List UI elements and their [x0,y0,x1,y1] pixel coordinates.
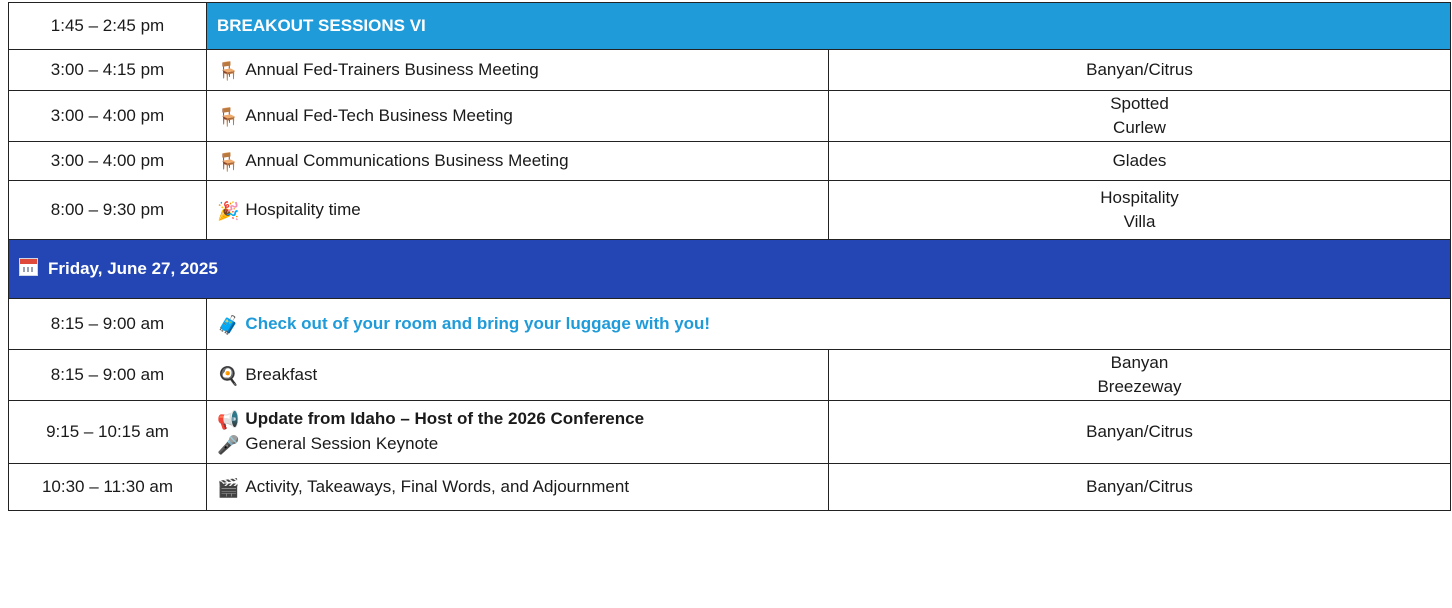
clapper-board-icon: 🎬 [217,477,240,498]
table-row: 8:15 – 9:00 am 🧳 Check out of your room a… [8,298,1451,350]
time-cell: 10:30 – 11:30 am [8,463,207,511]
event-line: 🎤 General Session Keynote [217,432,818,457]
breakout-banner: BREAKOUT SESSIONS VI [206,2,1451,50]
event-cell: 🪑 Annual Fed-Trainers Business Meeting [206,49,829,91]
table-row: 8:00 – 9:30 pm 🎉 Hospitality time Hospita… [8,180,1451,240]
event-title: Activity, Takeaways, Final Words, and Ad… [245,476,630,496]
time-cell: 3:00 – 4:00 pm [8,90,207,142]
room-cell: Banyan/Citrus [828,49,1451,91]
chair-icon: 🪑 [217,106,240,127]
table-row: 3:00 – 4:00 pm 🪑 Annual Communications Bu… [8,141,1451,181]
event-subtitle: General Session Keynote [245,434,439,453]
checkout-notice: Check out of your room and bring your lu… [245,313,711,333]
room-line: Banyan [1110,353,1169,372]
room-cell: Banyan/Citrus [828,400,1451,464]
event-title: Annual Fed-Tech Business Meeting [245,105,513,125]
event-title: Annual Fed-Trainers Business Meeting [245,59,539,79]
event-cell: 📢 Update from Idaho – Host of the 2026 Co… [206,400,829,464]
chair-icon: 🪑 [217,60,240,81]
room-cell: Glades [828,141,1451,181]
table-row: 3:00 – 4:15 pm 🪑 Annual Fed-Trainers Busi… [8,49,1451,91]
room-line: Spotted [1110,94,1169,113]
event-cell: 🪑 Annual Communications Business Meeting [206,141,829,181]
time-cell: 1:45 – 2:45 pm [8,2,207,50]
time-cell: 8:00 – 9:30 pm [8,180,207,240]
table-row: Friday, June 27, 2025 [8,239,1451,299]
room-line: Breezeway [1097,377,1182,396]
agenda-table: 1:45 – 2:45 pm BREAKOUT SESSIONS VI 3:00… [8,2,1451,511]
calendar-icon [19,258,38,276]
event-title: Hospitality time [245,199,361,219]
event-title: Breakfast [245,364,318,384]
time-cell: 9:15 – 10:15 am [8,400,207,464]
time-cell: 8:15 – 9:00 am [8,349,207,401]
megaphone-icon: 📢 [217,410,240,430]
time-cell: 3:00 – 4:00 pm [8,141,207,181]
room-cell: Spotted Curlew [828,90,1451,142]
table-row: 9:15 – 10:15 am 📢 Update from Idaho – Hos… [8,400,1451,464]
room-line: Villa [1123,212,1156,231]
room-line: Curlew [1113,118,1166,137]
room-cell: Hospitality Villa [828,180,1451,240]
day-label: Friday, June 27, 2025 [48,259,218,278]
event-cell: 🪑 Annual Fed-Tech Business Meeting [206,90,829,142]
time-cell: 8:15 – 9:00 am [8,298,207,350]
table-row: 3:00 – 4:00 pm 🪑 Annual Fed-Tech Business… [8,90,1451,142]
time-cell: 3:00 – 4:15 pm [8,49,207,91]
day-header: Friday, June 27, 2025 [8,239,1451,299]
fried-egg-icon: 🍳 [217,365,240,386]
event-cell: 🎬 Activity, Takeaways, Final Words, and A… [206,463,829,511]
table-row: 8:15 – 9:00 am 🍳 Breakfast Banyan Breezew… [8,349,1451,401]
party-popper-icon: 🎉 [217,200,240,221]
table-row: 1:45 – 2:45 pm BREAKOUT SESSIONS VI [8,2,1451,50]
event-cell: 🍳 Breakfast [206,349,829,401]
event-cell: 🧳 Check out of your room and bring your l… [206,298,1451,350]
luggage-icon: 🧳 [217,314,240,335]
chair-icon: 🪑 [217,151,240,172]
room-cell: Banyan Breezeway [828,349,1451,401]
event-title: Annual Communications Business Meeting [245,150,569,170]
event-cell: 🎉 Hospitality time [206,180,829,240]
event-line: 📢 Update from Idaho – Host of the 2026 Co… [217,407,818,432]
room-line: Hospitality [1100,188,1179,207]
table-row: 10:30 – 11:30 am 🎬 Activity, Takeaways, F… [8,463,1451,511]
room-cell: Banyan/Citrus [828,463,1451,511]
event-title: Update from Idaho – Host of the 2026 Con… [245,409,645,428]
microphone-icon: 🎤 [217,435,240,455]
